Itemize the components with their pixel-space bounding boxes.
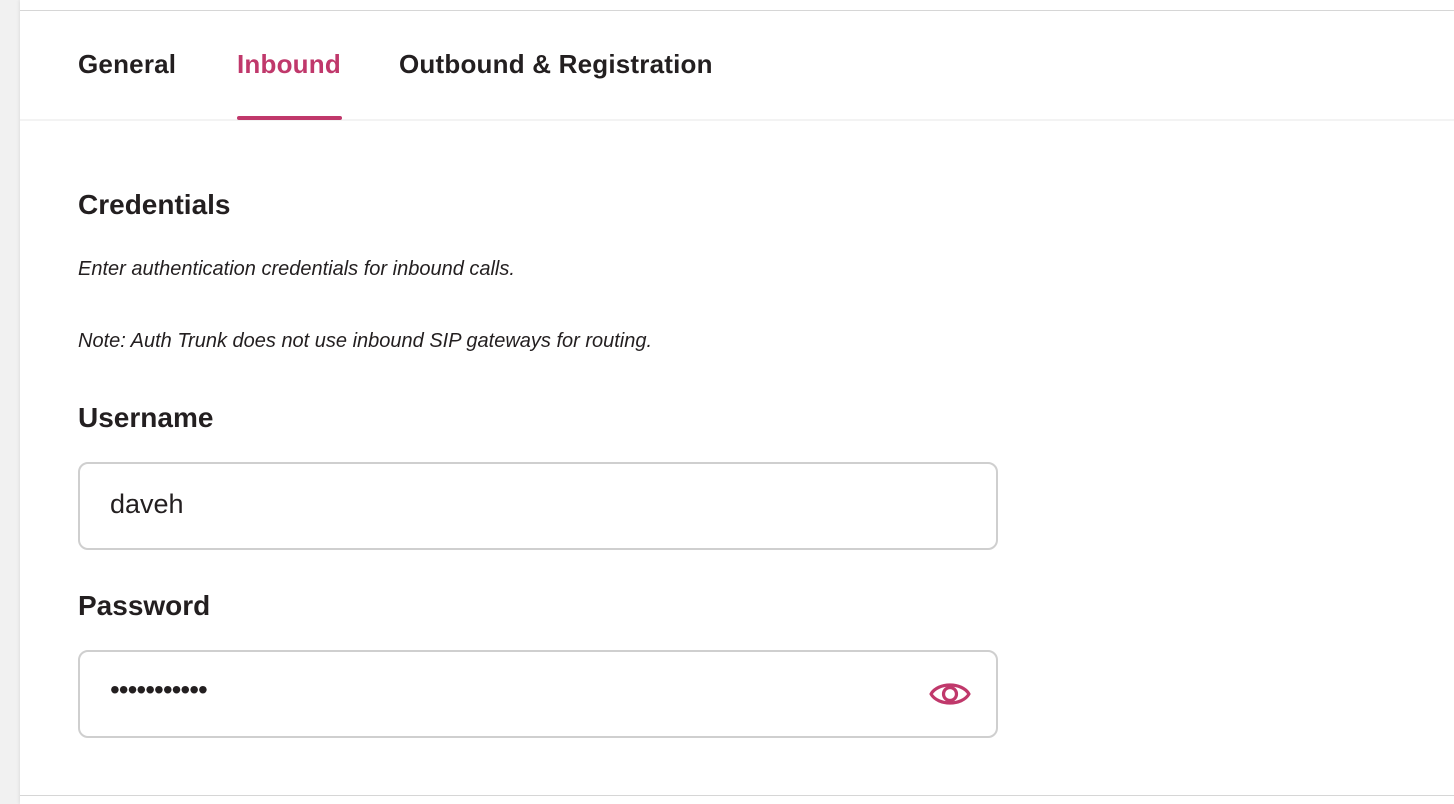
- username-value: daveh: [110, 489, 184, 519]
- tab-general[interactable]: General: [78, 49, 176, 80]
- password-label: Password: [78, 590, 211, 621]
- tab-inbound[interactable]: Inbound: [237, 49, 341, 80]
- username-field[interactable]: daveh: [78, 462, 998, 550]
- bottom-divider: [20, 795, 1454, 796]
- tab-outbound-registration[interactable]: Outbound & Registration: [399, 49, 713, 80]
- active-tab-indicator: [237, 116, 342, 120]
- section-description: Enter authentication credentials for inb…: [78, 258, 515, 280]
- username-label: Username: [78, 402, 214, 433]
- settings-panel: General Inbound Outbound & Registration …: [20, 0, 1454, 804]
- eye-icon[interactable]: [928, 677, 972, 711]
- password-field[interactable]: •••••••••••: [78, 650, 998, 738]
- tab-bar: General Inbound Outbound & Registration: [20, 11, 1454, 121]
- password-value: •••••••••••: [110, 674, 208, 705]
- section-note: Note: Auth Trunk does not use inbound SI…: [78, 330, 653, 352]
- section-title: Credentials: [78, 189, 231, 220]
